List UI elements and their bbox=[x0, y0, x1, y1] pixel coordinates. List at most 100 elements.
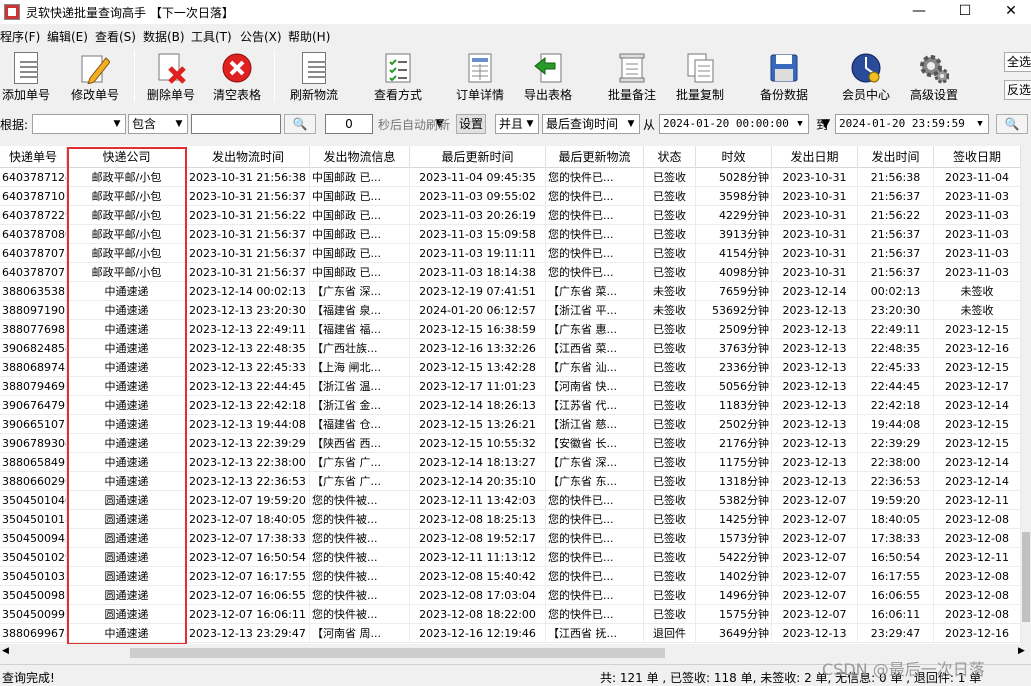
table-row[interactable]: 3880699678 中通速递 2023-12-13 23:29:47 【河南省 周.… bbox=[0, 624, 1021, 643]
table-row[interactable]: 6403787124 邮政平邮/小包 2023-10-31 21:56:38 中国邮政… bbox=[0, 168, 1021, 187]
advanced-settings-button[interactable]: 高级设置 bbox=[904, 48, 964, 106]
cell-last-update-info: 您的快件已... bbox=[546, 548, 644, 567]
edit-button[interactable]: 修改单号 bbox=[68, 48, 122, 106]
select-all-button[interactable]: 全选 bbox=[1004, 52, 1031, 72]
batch-note-label: 批量备注 bbox=[607, 88, 656, 102]
menu-tools[interactable]: 工具(T) bbox=[191, 28, 232, 45]
menu-help[interactable]: 帮助(H) bbox=[288, 28, 330, 45]
from-datetime-picker[interactable]: 2024-01-20 00:00:00 ▼ bbox=[659, 114, 809, 134]
cell-sent-time: 2023-10-31 21:56:37 bbox=[187, 263, 310, 282]
menu-edit[interactable]: 编辑(E) bbox=[47, 28, 88, 45]
backup-button[interactable]: 备份数据 bbox=[754, 48, 814, 106]
table-row[interactable]: 6403787078 邮政平邮/小包 2023-10-31 21:56:37 中国邮政… bbox=[0, 244, 1021, 263]
batch-copy-button[interactable]: 批量复制 bbox=[670, 48, 730, 106]
table-row[interactable]: 3906651071 中通速递 2023-12-13 19:44:08 【福建省 仓.… bbox=[0, 415, 1021, 434]
menu-data[interactable]: 数据(B) bbox=[143, 28, 185, 45]
minimize-button[interactable]: — bbox=[896, 0, 942, 24]
view-mode-button[interactable]: 查看方式 bbox=[368, 48, 428, 106]
cell-last-update-time: 2023-12-08 18:25:13 bbox=[410, 510, 546, 529]
cell-signed-date: 2023-11-03 bbox=[934, 263, 1021, 282]
menu-view[interactable]: 查看(S) bbox=[95, 28, 136, 45]
field-select[interactable]: ▼ bbox=[32, 114, 126, 134]
table-row[interactable]: 35045010293圆通速递2023-12-07 16:50:54您的快件被.… bbox=[0, 548, 1021, 567]
table-row[interactable]: 6403787229 邮政平邮/小包 2023-10-31 21:56:22 中国邮政… bbox=[0, 206, 1021, 225]
batch-note-button[interactable]: 批量备注 bbox=[602, 48, 662, 106]
cell-courier: 中通速递 bbox=[67, 624, 187, 643]
table-row[interactable]: 3906764797 中通速递 2023-12-13 22:42:18 【浙江省 金.… bbox=[0, 396, 1021, 415]
cell-last-update-info: 【浙江省 平... bbox=[546, 301, 644, 320]
cell-duration: 4154分钟 bbox=[696, 244, 772, 263]
menu-program[interactable]: 程序(F) bbox=[0, 28, 40, 45]
header-sent-date[interactable]: 发出日期 bbox=[772, 146, 858, 168]
window-title: 灵软快递批量查询高手 【下一次日落】 bbox=[26, 6, 234, 20]
refresh-button[interactable]: 刷新物流 bbox=[286, 48, 342, 106]
toolbar: 添加单号 修改单号 删除单号 清空表格 刷新物流 ▼ 查看方式 ▼ 订单详情 bbox=[0, 46, 1031, 130]
header-sent-time[interactable]: 发出物流时间 bbox=[187, 146, 310, 168]
scroll-right-arrow-icon[interactable]: ▶ bbox=[1018, 646, 1025, 656]
table-row[interactable]: 3906789304 中通速递 2023-12-13 22:39:29 【陕西省 西.… bbox=[0, 434, 1021, 453]
scroll-thumb[interactable] bbox=[130, 648, 665, 658]
header-duration[interactable]: 时效 bbox=[696, 146, 772, 168]
member-center-button[interactable]: 会员中心 bbox=[838, 48, 894, 106]
keyword-input[interactable] bbox=[191, 114, 281, 134]
scroll-left-arrow-icon[interactable]: ◀ bbox=[2, 646, 9, 656]
cell-signed-date: 2023-12-14 bbox=[934, 396, 1021, 415]
cell-sent-clock: 22:42:18 bbox=[858, 396, 934, 415]
table-row[interactable]: 35045009974圆通速递2023-12-07 16:06:11您的快件被.… bbox=[0, 605, 1021, 624]
table-row[interactable]: 6403787107 邮政平邮/小包 2023-10-31 21:56:37 中国邮政… bbox=[0, 187, 1021, 206]
header-last-update-info[interactable]: 最后更新物流 bbox=[546, 146, 644, 168]
cell-sent-info: 【广东省 深... bbox=[310, 282, 410, 301]
close-button[interactable]: ✕ bbox=[988, 0, 1031, 24]
header-status[interactable]: 状态 bbox=[644, 146, 696, 168]
cell-sent-date: 2023-12-13 bbox=[772, 377, 858, 396]
add-button[interactable]: 添加单号 bbox=[0, 48, 52, 106]
table-row[interactable]: 6403787077 邮政平邮/小包 2023-10-31 21:56:37 中国邮政… bbox=[0, 263, 1021, 282]
table-row[interactable]: 3880660296 中通速递 2023-12-13 22:36:53 【广东省 广.… bbox=[0, 472, 1021, 491]
header-signed-date[interactable]: 签收日期 bbox=[934, 146, 1021, 168]
header-sent-info[interactable]: 发出物流信息 bbox=[310, 146, 410, 168]
cell-sent-time: 2023-12-13 22:44:45 bbox=[187, 377, 310, 396]
table-row[interactable]: 35045009420圆通速递2023-12-07 17:38:33您的快件被.… bbox=[0, 529, 1021, 548]
cell-tracking-number: 3880660296 bbox=[0, 472, 67, 491]
table-row[interactable]: 3880776987 中通速递 2023-12-13 22:49:11 【福建省 福.… bbox=[0, 320, 1021, 339]
header-sent-clock[interactable]: 发出时间 bbox=[858, 146, 934, 168]
table-row[interactable]: 3880794691 中通速递 2023-12-13 22:44:45 【浙江省 温.… bbox=[0, 377, 1021, 396]
clear-table-button[interactable]: 清空表格 bbox=[210, 48, 264, 106]
seconds-input[interactable]: 0 bbox=[325, 114, 373, 134]
cell-duration: 1402分钟 bbox=[696, 567, 772, 586]
match-select[interactable]: 包含 ▼ bbox=[128, 114, 188, 134]
search-button[interactable]: 🔍 bbox=[284, 114, 316, 134]
cell-sent-date: 2023-12-13 bbox=[772, 358, 858, 377]
cell-sent-clock: 22:48:35 bbox=[858, 339, 934, 358]
delete-button[interactable]: 删除单号 bbox=[144, 48, 198, 106]
invert-selection-button[interactable]: 反选 bbox=[1004, 80, 1031, 100]
table-row[interactable]: 3880635387 中通速递 2023-12-14 00:02:13 【广东省 深.… bbox=[0, 282, 1021, 301]
header-last-update-time[interactable]: 最后更新时间 bbox=[410, 146, 546, 168]
table-row[interactable]: 3880971903 中通速递 2023-12-13 23:20:30 【福建省 泉.… bbox=[0, 301, 1021, 320]
to-datetime-picker[interactable]: 2024-01-20 23:59:59 ▼ bbox=[835, 114, 989, 134]
header-courier[interactable]: 快递公司 bbox=[67, 146, 187, 168]
vertical-scrollbar[interactable] bbox=[1021, 146, 1031, 644]
table-row[interactable]: 3880689745 中通速递 2023-12-13 22:45:33 【上海 闸北.… bbox=[0, 358, 1021, 377]
order-detail-button[interactable]: 订单详情 bbox=[452, 48, 508, 106]
table-row[interactable]: 35045010183圆通速递2023-12-07 18:40:05您的快件被.… bbox=[0, 510, 1021, 529]
table-row[interactable]: 3906824854 中通速递 2023-12-13 22:48:35 【广西壮族..… bbox=[0, 339, 1021, 358]
time-field-select[interactable]: 最后查询时间 ▼ bbox=[542, 114, 640, 134]
header-tracking-number[interactable]: 快递单号 bbox=[0, 146, 67, 168]
export-button[interactable]: 导出表格 bbox=[518, 48, 578, 106]
set-button[interactable]: 设置 bbox=[456, 114, 486, 134]
table-row[interactable]: 35045009811圆通速递2023-12-07 16:06:55您的快件被.… bbox=[0, 586, 1021, 605]
results-table[interactable]: 快递单号 快递公司 发出物流时间 发出物流信息 最后更新时间 最后更新物流 状态… bbox=[0, 146, 1021, 644]
table-row[interactable]: 6403787080 邮政平邮/小包 2023-10-31 21:56:37 中国邮政… bbox=[0, 225, 1021, 244]
cell-status: 已签收 bbox=[644, 168, 696, 187]
cell-sent-info: 【福建省 福... bbox=[310, 320, 410, 339]
menu-notice[interactable]: 公告(X) bbox=[240, 28, 282, 45]
maximize-button[interactable]: ☐ bbox=[942, 0, 988, 24]
table-row[interactable]: 3880658491 中通速递 2023-12-13 22:38:00 【广东省 广.… bbox=[0, 453, 1021, 472]
logic-select[interactable]: 并且 ▼ bbox=[495, 114, 539, 134]
table-row[interactable]: 35045010406圆通速递2023-12-07 19:59:20您的快件被.… bbox=[0, 491, 1021, 510]
scroll-thumb[interactable] bbox=[1022, 532, 1030, 622]
cell-sent-clock: 23:20:30 bbox=[858, 301, 934, 320]
table-row[interactable]: 35045010321圆通速递2023-12-07 16:17:55您的快件被.… bbox=[0, 567, 1021, 586]
date-search-button[interactable]: 🔍 bbox=[996, 114, 1028, 134]
